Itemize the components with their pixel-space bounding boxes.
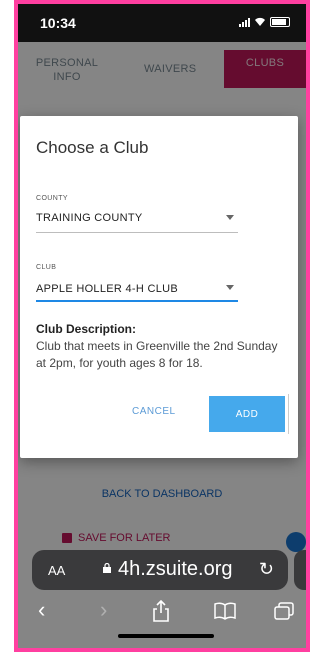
county-label: COUNTY xyxy=(36,195,68,202)
county-chevron-down-icon[interactable] xyxy=(226,215,234,220)
club-label: CLUB xyxy=(36,264,57,271)
battery-icon xyxy=(270,17,290,27)
url-text[interactable]: 4h.zsuite.org xyxy=(118,558,233,581)
tabs-icon[interactable] xyxy=(274,602,294,620)
club-description-text: Club that meets in Greenville the 2nd Su… xyxy=(36,339,278,370)
dialog-title: Choose a Club xyxy=(36,138,149,157)
county-select[interactable]: TRAINING COUNTY xyxy=(36,212,143,224)
status-icons xyxy=(239,17,290,27)
share-icon[interactable] xyxy=(152,600,170,622)
browser-toolbar: ‹ › xyxy=(18,596,306,632)
signal-icon xyxy=(239,18,250,27)
dialog-divider xyxy=(288,394,289,434)
add-button[interactable]: ADD xyxy=(209,396,285,432)
back-icon[interactable]: ‹ xyxy=(38,598,45,622)
choose-club-dialog: Choose a Club COUNTY TRAINING COUNTY CLU… xyxy=(20,116,298,458)
bookmarks-icon[interactable] xyxy=(214,602,236,620)
wifi-icon xyxy=(255,17,265,26)
club-underline xyxy=(36,300,238,302)
county-underline xyxy=(36,232,238,233)
lock-icon xyxy=(103,563,111,573)
reload-icon[interactable]: ↻ xyxy=(259,559,274,580)
cancel-button[interactable]: CANCEL xyxy=(132,406,176,417)
home-indicator xyxy=(118,634,214,638)
next-tab-preview[interactable] xyxy=(294,550,306,590)
address-bar[interactable]: AA 4h.zsuite.org ↻ xyxy=(32,550,288,590)
club-chevron-down-icon[interactable] xyxy=(226,285,234,290)
forward-icon[interactable]: › xyxy=(100,598,107,622)
status-time: 10:34 xyxy=(40,15,76,31)
club-select[interactable]: APPLE HOLLER 4-H CLUB xyxy=(36,283,178,295)
club-description-heading: Club Description: xyxy=(36,322,137,336)
screenshot-frame: 10:34 PERSONAL INFO WAIVERS CLUBS BACK T… xyxy=(14,0,310,652)
text-size-button[interactable]: AA xyxy=(48,563,65,578)
status-bar: 10:34 xyxy=(18,4,306,42)
